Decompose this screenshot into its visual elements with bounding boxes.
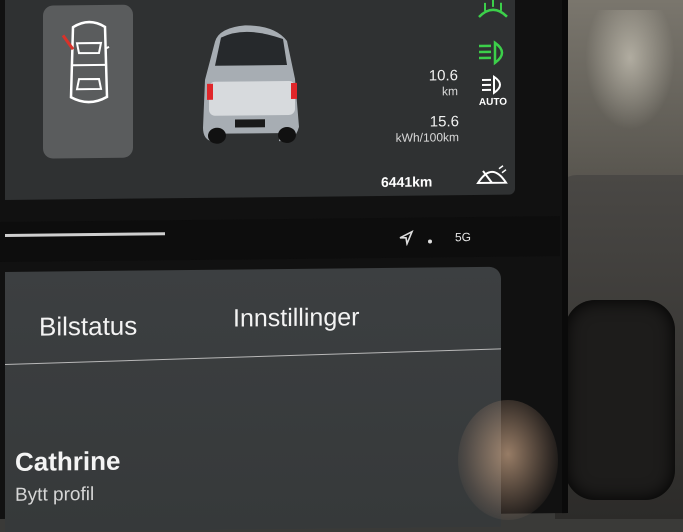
range-unit: km	[400, 84, 458, 99]
switch-profile-link[interactable]: Bytt profil	[15, 484, 94, 507]
car-image	[195, 23, 305, 149]
status-bar: 5G	[0, 216, 560, 262]
navigation-arrow-icon	[398, 230, 414, 246]
vehicle-status-panel: 10.6 km 15.6 kWh/100km AUTO 64	[5, 0, 515, 200]
defrost-icon	[475, 0, 511, 25]
wiper-icon[interactable]	[475, 161, 509, 187]
progress-line	[5, 232, 165, 237]
auto-headlight: AUTO	[477, 75, 509, 108]
range-value: 10.6	[400, 67, 458, 85]
settings-panel: Bilstatus Innstillinger Cathrine Bytt pr…	[5, 267, 501, 532]
range-readout: 10.6 km	[400, 67, 458, 99]
headlight-icon	[477, 39, 511, 67]
auto-label: AUTO	[477, 97, 509, 108]
car-doors-icon	[61, 17, 117, 110]
profile-name: Cathrine	[15, 446, 120, 478]
door-status-card[interactable]	[43, 5, 133, 159]
consumption-unit: kWh/100km	[365, 130, 459, 145]
signal-label: 5G	[455, 230, 471, 244]
consumption-value: 15.6	[365, 113, 459, 131]
window-light	[585, 10, 675, 130]
air-vent	[565, 300, 675, 500]
auto-headlight-icon	[480, 75, 506, 95]
finger-reflection	[458, 400, 558, 520]
tab-divider	[5, 348, 501, 365]
car-interior-background	[555, 0, 683, 519]
status-dot	[428, 239, 432, 243]
tab-bilstatus[interactable]: Bilstatus	[39, 311, 137, 343]
consumption-readout: 15.6 kWh/100km	[365, 113, 459, 145]
odometer: 6441km	[381, 173, 432, 190]
tab-innstillinger[interactable]: Innstillinger	[233, 303, 359, 333]
